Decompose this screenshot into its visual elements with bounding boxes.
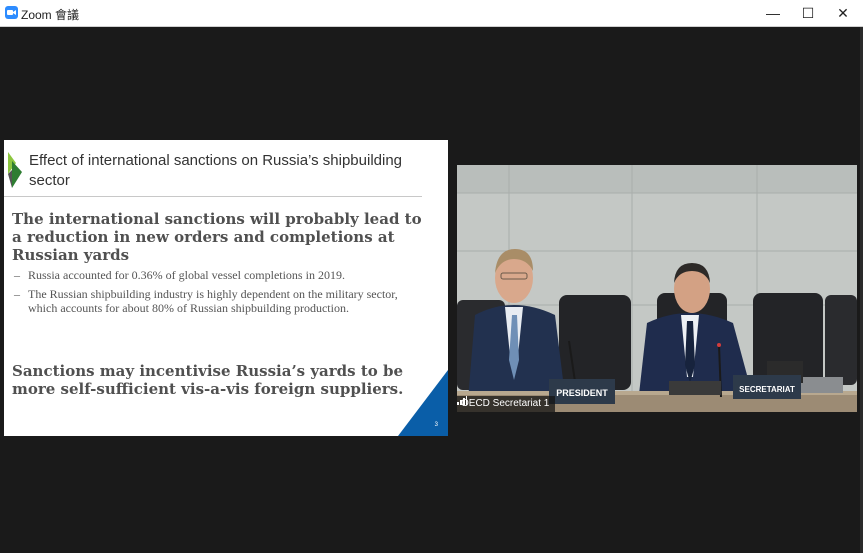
slide-page-number: 3 xyxy=(434,422,438,428)
participant-name: OECD Secretariat 1 xyxy=(461,398,550,409)
zoom-logo-icon xyxy=(5,6,18,19)
participant-video[interactable]: PRESIDENT SECRETARIAT OECD Secretariat 1 xyxy=(457,165,857,412)
slide-bullet: – Russia accounted for 0.36% of global v… xyxy=(12,268,422,282)
signal-strength-icon xyxy=(457,396,467,405)
slide-corner-accent xyxy=(398,370,448,436)
title-bar[interactable]: Zoom 會議 — ☐ ✕ xyxy=(0,0,863,27)
bullet-marker: – xyxy=(14,268,20,282)
slide-heading-primary: The international sanctions will probabl… xyxy=(12,210,422,264)
title-divider xyxy=(4,196,422,197)
slide-bullet-list: – Russia accounted for 0.36% of global v… xyxy=(12,268,422,320)
oecd-logo-icon xyxy=(6,152,24,195)
minimize-button[interactable]: — xyxy=(756,0,790,26)
slide-heading-secondary: Sanctions may incentivise Russia’s yards… xyxy=(12,362,404,398)
maximize-button[interactable]: ☐ xyxy=(791,0,825,26)
placard-president: PRESIDENT xyxy=(556,388,608,398)
slide-title: Effect of international sanctions on Rus… xyxy=(29,152,403,189)
video-feed: PRESIDENT SECRETARIAT xyxy=(457,165,857,412)
window-title: Zoom 會議 xyxy=(21,8,80,22)
zoom-window: Zoom 會議 — ☐ ✕ Effect of international sa… xyxy=(0,0,863,553)
close-button[interactable]: ✕ xyxy=(826,0,860,26)
shared-slide: Effect of international sanctions on Rus… xyxy=(4,140,448,436)
slide-bullet: – The Russian shipbuilding industry is h… xyxy=(12,287,422,315)
bullet-marker: – xyxy=(14,287,20,301)
participant-name-label: OECD Secretariat 1 xyxy=(457,396,556,412)
bullet-text: Russia accounted for 0.36% of global ves… xyxy=(28,268,345,282)
bullet-text: The Russian shipbuilding industry is hig… xyxy=(28,287,398,315)
placard-secretariat: SECRETARIAT xyxy=(739,385,795,394)
